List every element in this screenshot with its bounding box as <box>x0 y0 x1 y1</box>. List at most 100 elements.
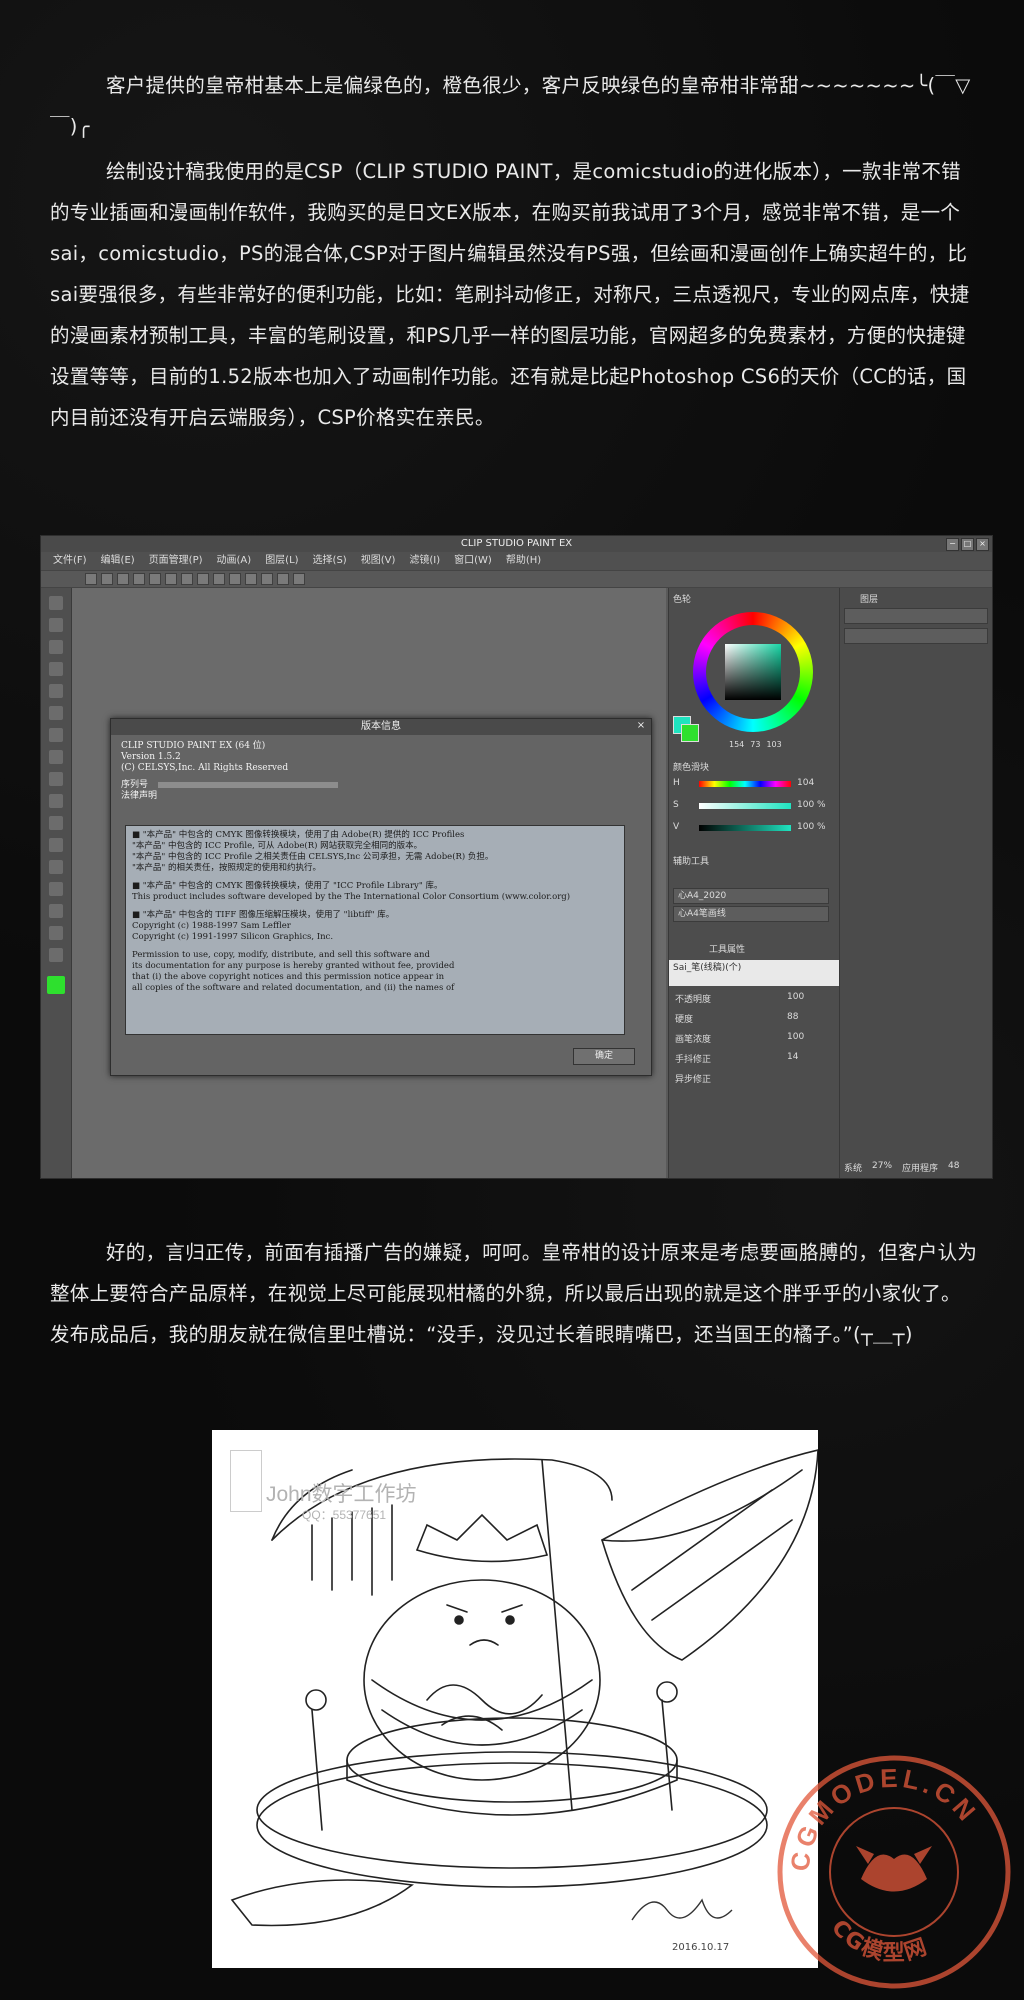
tool-prop-row[interactable]: 画笔浓度 100 <box>675 1032 835 1052</box>
fill-tool-icon[interactable] <box>49 772 63 786</box>
figure-tool-icon[interactable] <box>49 860 63 874</box>
saturation-square[interactable] <box>725 644 781 700</box>
blend-mode-select[interactable] <box>844 608 988 624</box>
undo-icon[interactable] <box>277 573 289 585</box>
eraser-tool-icon[interactable] <box>49 816 63 830</box>
story-section: 好的，言归正传，前面有插播广告的嫌疑，呵呵。皇帝柑的设计原来是考虑要画胳膊的，但… <box>50 1232 980 1355</box>
slider-row: S 100 % <box>673 800 833 822</box>
background-color-swatch[interactable] <box>681 724 699 742</box>
select-all-icon[interactable] <box>181 573 193 585</box>
tool-property-title: Sai_笔(线稿)(个) <box>673 963 742 973</box>
tool-prop-label: 画笔浓度 <box>675 1035 712 1045</box>
snap-icon[interactable] <box>245 573 257 585</box>
eyedropper-tool-icon[interactable] <box>49 662 63 676</box>
pen-tool-icon[interactable] <box>49 684 63 698</box>
close-icon[interactable]: × <box>976 538 989 551</box>
color-slider-tab[interactable]: 颜色滑块 <box>673 760 709 773</box>
deselect-icon[interactable] <box>197 573 209 585</box>
select-tool-icon[interactable] <box>49 618 63 632</box>
export-icon[interactable] <box>149 573 161 585</box>
menu-select[interactable]: 选择(S) <box>313 552 347 570</box>
seal-mascot-icon <box>861 1854 927 1892</box>
tool-prop-row[interactable]: 硬度 88 <box>675 1012 835 1032</box>
license-paragraph: ■ "本产品" 中包含的 CMYK 图像转换模块，使用了 "ICC Profil… <box>132 881 571 902</box>
slider-value: 100 % <box>797 822 826 832</box>
print-icon[interactable] <box>133 573 145 585</box>
dialog-close-icon[interactable]: × <box>635 720 647 732</box>
value-slider[interactable] <box>699 825 791 831</box>
tool-prop-value: 100 <box>787 992 805 1002</box>
slider-value: 104 <box>797 778 815 788</box>
redo-icon[interactable] <box>293 573 305 585</box>
tool-prop-row[interactable]: 异步修正 <box>675 1072 835 1092</box>
fill-icon[interactable] <box>229 573 241 585</box>
layer-tab[interactable]: 图层 <box>860 592 878 605</box>
license-paragraph: ■ "本产品" 中包含的 CMYK 图像转换模块，使用了由 Adobe(R) 提… <box>132 830 494 873</box>
tool-property-list: 不透明度 100 硬度 88 画笔浓度 100 手抖修正 14 异步修正 <box>675 992 835 1092</box>
move-tool-icon[interactable] <box>49 596 63 610</box>
color-sliders: H 104 S 100 % V 100 % <box>673 778 833 844</box>
logo-mark-icon <box>230 1450 262 1512</box>
menu-view[interactable]: 视图(V) <box>361 552 396 570</box>
blend-tool-icon[interactable] <box>49 838 63 852</box>
menu-animation[interactable]: 动画(A) <box>217 552 252 570</box>
csp-canvas-area[interactable]: 版本信息 × CLIP STUDIO PAINT EX (64 位) Versi… <box>72 588 666 1178</box>
csp-window-title: CLIP STUDIO PAINT EX <box>460 538 573 549</box>
tool-property-tab[interactable]: 工具属性 <box>709 942 745 955</box>
ruler-tool-icon[interactable] <box>49 882 63 896</box>
tool-prop-row[interactable]: 手抖修正 14 <box>675 1052 835 1072</box>
brush-tool-icon[interactable] <box>49 728 63 742</box>
balloon-tool-icon[interactable] <box>49 926 63 940</box>
transform-icon[interactable] <box>213 573 225 585</box>
slider-row: V 100 % <box>673 822 833 844</box>
menu-page[interactable]: 页面管理(P) <box>149 552 203 570</box>
menu-filter[interactable]: 滤镜(I) <box>409 552 440 570</box>
menu-edit[interactable]: 编辑(E) <box>101 552 135 570</box>
product-version: Version 1.5.2 <box>121 752 181 762</box>
subtool-item[interactable]: 心A4笔画线 <box>673 906 829 922</box>
frame-tool-icon[interactable] <box>49 904 63 918</box>
legal-label: 法律声明 <box>121 791 158 801</box>
maximize-icon[interactable]: □ <box>961 538 974 551</box>
tool-prop-value: 100 <box>787 1032 805 1042</box>
color-wheel[interactable] <box>693 612 813 732</box>
minimize-icon[interactable]: − <box>946 538 959 551</box>
menu-file[interactable]: 文件(F) <box>53 552 87 570</box>
signature-date: 2016.10.17 <box>672 1942 729 1953</box>
subtool-tab[interactable]: 辅助工具 <box>673 854 709 867</box>
gradient-tool-icon[interactable] <box>49 794 63 808</box>
slider-label: V <box>673 822 680 832</box>
open-file-icon[interactable] <box>101 573 113 585</box>
menu-help[interactable]: 帮助(H) <box>506 552 541 570</box>
lasso-tool-icon[interactable] <box>49 640 63 654</box>
ok-button[interactable]: 确定 <box>573 1048 635 1065</box>
sat-value: 73 <box>750 740 761 749</box>
main-color-swatch[interactable] <box>47 976 65 994</box>
hue-slider[interactable] <box>699 781 791 787</box>
saturation-slider[interactable] <box>699 803 791 809</box>
seal-bottom-text: CG模型网 <box>826 1915 932 1966</box>
val-value: 103 <box>766 740 782 749</box>
clear-icon[interactable] <box>165 573 177 585</box>
opacity-control[interactable] <box>844 628 988 644</box>
correct-line-tool-icon[interactable] <box>49 948 63 962</box>
color-wheel-tab[interactable]: 色轮 <box>673 592 691 605</box>
menu-layer[interactable]: 图层(L) <box>265 552 298 570</box>
pencil-tool-icon[interactable] <box>49 706 63 720</box>
license-text-box[interactable]: ■ "本产品" 中包含的 CMYK 图像转换模块，使用了由 Adobe(R) 提… <box>125 825 625 1035</box>
license-paragraph: ■ "本产品" 中包含的 TIFF 图像压缩解压模块，使用了 "libtiff"… <box>132 910 395 942</box>
subtool-item[interactable]: 心A4_2020 <box>673 888 829 904</box>
tool-prop-value: 88 <box>787 1012 799 1022</box>
intro-paragraph-2: 绘制设计稿我使用的是CSP（CLIP STUDIO PAINT，是comicst… <box>50 160 970 429</box>
status-bar: 系统 27% 应用程序 48 <box>844 1161 960 1174</box>
intro-section: 客户提供的皇帝柑基本上是偏绿色的，橙色很少，客户反映绿色的皇帝柑非常甜~~~~~… <box>50 65 980 438</box>
menu-window[interactable]: 窗口(W) <box>454 552 492 570</box>
slider-label: S <box>673 800 679 810</box>
tool-prop-label: 异步修正 <box>675 1075 712 1085</box>
new-file-icon[interactable] <box>85 573 97 585</box>
ruler-icon[interactable] <box>261 573 273 585</box>
save-icon[interactable] <box>117 573 129 585</box>
text-tool-icon[interactable] <box>49 750 63 764</box>
tool-prop-row[interactable]: 不透明度 100 <box>675 992 835 1012</box>
tool-prop-value: 14 <box>787 1052 799 1062</box>
